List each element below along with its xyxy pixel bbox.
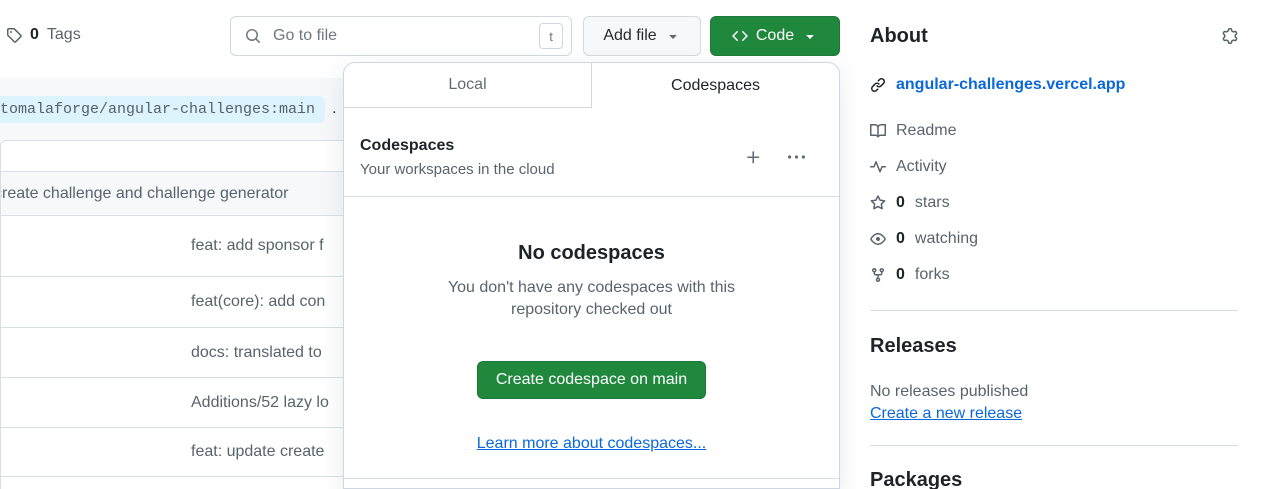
code-dropdown-panel: Local Codespaces Codespaces Your workspa…	[343, 62, 840, 489]
code-button[interactable]: Code	[710, 16, 840, 56]
divider	[344, 478, 839, 479]
sidebar-item-label: Readme	[896, 122, 956, 140]
go-to-file-search[interactable]: t	[230, 16, 572, 56]
create-codespace-button[interactable]: Create codespace on main	[477, 361, 706, 399]
tags-link[interactable]: 0 Tags	[6, 26, 81, 44]
commit-message-link[interactable]: Additions/52 lazy lo	[191, 394, 329, 412]
sidebar-item-label: forks	[915, 266, 950, 284]
sidebar-item-forks[interactable]: 0 forks	[870, 265, 1238, 285]
website-link[interactable]: angular-challenges.vercel.app	[896, 75, 1125, 95]
add-file-button[interactable]: Add file	[583, 16, 701, 56]
search-icon	[245, 28, 261, 44]
link-icon	[870, 77, 886, 93]
empty-state-title: No codespaces	[344, 241, 839, 265]
sidebar-item-stars[interactable]: 0 stars	[870, 193, 1238, 213]
create-release-link[interactable]: Create a new release	[870, 404, 1022, 424]
code-dropdown-tabs: Local Codespaces	[344, 63, 839, 108]
divider	[870, 445, 1238, 446]
codespace-options-button[interactable]	[786, 147, 807, 168]
eye-icon	[870, 231, 886, 247]
codespaces-subtitle: Your workspaces in the cloud	[360, 160, 743, 180]
divider	[870, 310, 1238, 311]
sidebar-item-activity[interactable]: Activity	[870, 157, 1238, 177]
codespaces-header: Codespaces Your workspaces in the cloud	[344, 108, 839, 196]
commit-message-link[interactable]: docs: translated to	[191, 344, 322, 362]
commit-message-link[interactable]: feat: update create	[191, 443, 324, 461]
sidebar-item-label: watching	[915, 230, 978, 248]
add-file-label: Add file	[603, 27, 656, 45]
learn-more-link[interactable]: Learn more about codespaces...	[344, 435, 839, 453]
branch-ref-chip[interactable]: tomalaforge/angular-challenges:main	[0, 96, 325, 123]
codespaces-empty-state: No codespaces You don't have any codespa…	[344, 197, 839, 453]
repo-forked-icon	[870, 267, 886, 283]
star-icon	[870, 195, 886, 211]
codespaces-title: Codespaces	[360, 134, 743, 158]
tags-count: 0	[30, 26, 39, 44]
repository-page: 0 Tags t Add file Code tomalaforge/angul…	[0, 0, 1278, 489]
repo-sidebar: About angular-challenges.vercel.app Read…	[870, 0, 1238, 489]
sidebar-item-label: Activity	[896, 158, 947, 176]
about-title: About	[870, 24, 928, 48]
tags-label: Tags	[47, 26, 81, 44]
go-to-file-input[interactable]	[271, 26, 529, 46]
sidebar-item-readme[interactable]: Readme	[870, 121, 1238, 141]
tab-codespaces[interactable]: Codespaces	[592, 63, 839, 108]
keyboard-shortcut-badge: t	[539, 23, 563, 49]
tab-local[interactable]: Local	[344, 63, 592, 108]
code-button-label: Code	[756, 27, 794, 45]
latest-commit-message[interactable]: create challenge and challenge generator	[1, 185, 288, 203]
code-icon	[732, 28, 748, 44]
sidebar-item-label: stars	[915, 194, 950, 212]
edit-repo-details-button[interactable]	[1222, 28, 1238, 44]
sidebar-item-watching[interactable]: 0 watching	[870, 229, 1238, 249]
commit-message-link[interactable]: feat: add sponsor f	[191, 237, 324, 255]
releases-empty-text: No releases published	[870, 382, 1238, 402]
tag-icon	[6, 27, 22, 43]
chevron-down-icon	[802, 28, 818, 44]
chevron-down-icon	[665, 28, 681, 44]
book-icon	[870, 123, 886, 139]
empty-state-description: You don't have any codespaces with this …	[427, 277, 757, 321]
new-codespace-plus-button[interactable]	[743, 147, 764, 168]
plus-icon	[745, 149, 762, 166]
branch-ref-suffix: .	[332, 100, 336, 118]
packages-title: Packages	[870, 468, 1238, 489]
kebab-horizontal-icon	[788, 149, 805, 166]
pulse-icon	[870, 159, 886, 175]
releases-title: Releases	[870, 334, 1238, 358]
commit-message-link[interactable]: feat(core): add con	[191, 293, 325, 311]
gear-icon	[1222, 28, 1238, 44]
